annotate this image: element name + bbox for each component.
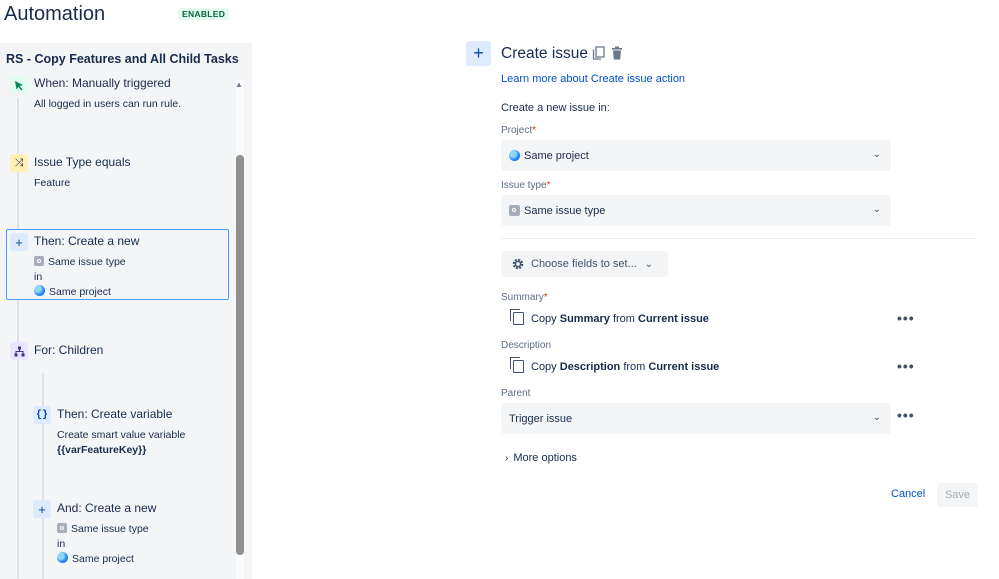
more-options-toggle[interactable]: › More options <box>505 452 577 464</box>
learn-more-link[interactable]: Learn more about Create issue action <box>501 73 685 85</box>
chevron-down-icon: ⌄ <box>644 258 654 270</box>
project-icon <box>57 552 68 563</box>
copy-icon <box>510 357 524 373</box>
description-label: Description <box>501 340 552 351</box>
create-issue-step[interactable]: + And: Create a new Same issue type in S… <box>32 499 227 569</box>
condition-subtitle: Feature <box>34 177 71 189</box>
variable-desc: Create smart value variable <box>57 429 186 441</box>
gear-icon <box>511 257 525 271</box>
action3-title: And: Create a new <box>57 501 157 515</box>
summary-value[interactable]: Copy Summary from Current issue <box>510 309 709 325</box>
chevron-down-icon: ⌄ <box>872 412 881 423</box>
condition-title: Issue Type equals <box>34 155 131 169</box>
more-icon[interactable]: ••• <box>897 358 915 374</box>
variable-title: Then: Create variable <box>57 407 173 421</box>
chevron-right-icon: › <box>505 453 509 464</box>
project-icon <box>509 150 520 161</box>
create-issue-step-selected[interactable]: + Then: Create a new Same issue type in … <box>6 229 229 300</box>
plus-icon: + <box>10 233 28 251</box>
choose-fields-label: Choose fields to set... <box>531 258 637 270</box>
plus-icon: + <box>33 500 51 518</box>
rule-name: RS - Copy Features and All Child Tasks <box>6 52 239 66</box>
chevron-down-icon: ⌄ <box>872 204 881 215</box>
scroll-up-arrow-icon[interactable]: ▲ <box>235 80 243 89</box>
copy-icon <box>510 309 524 325</box>
divider <box>501 238 977 239</box>
create-variable-step[interactable]: {} Then: Create variable Create smart va… <box>32 405 227 460</box>
trash-icon[interactable] <box>611 46 623 63</box>
action-title: Then: Create a new <box>34 234 140 248</box>
condition-step[interactable]: ⤨ Issue Type equals Feature <box>8 153 223 193</box>
description-value[interactable]: Copy Description from Current issue <box>510 357 719 373</box>
issue-type-value: Same issue type <box>524 204 606 217</box>
branch-step[interactable]: For: Children <box>8 341 223 363</box>
scrollbar-thumb[interactable] <box>236 155 244 555</box>
save-button[interactable]: Save <box>937 483 978 507</box>
action3-issue-type: Same issue type <box>57 523 149 535</box>
more-icon[interactable]: ••• <box>897 310 915 326</box>
action-issue-type: Same issue type <box>34 256 126 268</box>
trigger-step[interactable]: When: Manually triggered All logged in u… <box>8 74 223 114</box>
action3-project: Same project <box>57 552 134 565</box>
editor-title: Create issue <box>501 45 589 62</box>
project-label: Project* <box>501 125 537 136</box>
chevron-down-icon: ⌄ <box>872 149 881 160</box>
shuffle-icon: ⤨ <box>10 154 28 172</box>
rule-flow-panel: RS - Copy Features and All Child Tasks W… <box>0 43 252 579</box>
branch-title: For: Children <box>34 343 104 357</box>
hierarchy-icon <box>10 342 28 360</box>
cancel-button[interactable]: Cancel <box>891 488 925 500</box>
status-badge: ENABLED <box>178 8 230 20</box>
project-value: Same project <box>524 149 589 162</box>
summary-label: Summary* <box>501 292 548 303</box>
create-in-label: Create a new issue in: <box>501 102 610 114</box>
copy-icon[interactable] <box>592 46 605 63</box>
action-project: Same project <box>34 285 111 298</box>
trigger-subtitle: All logged in users can run rule. <box>34 98 182 110</box>
parent-value: Trigger issue <box>509 412 573 425</box>
issue-type-label: Issue type* <box>501 180 551 191</box>
issue-type-select[interactable]: Same issue type ⌄ <box>501 195 891 226</box>
braces-icon: {} <box>33 406 51 424</box>
parent-select[interactable]: Trigger issue ⌄ <box>501 403 891 434</box>
more-icon[interactable]: ••• <box>897 407 915 423</box>
choose-fields-button[interactable]: Choose fields to set... ⌄ <box>501 251 668 277</box>
cursor-icon <box>10 76 28 94</box>
project-select[interactable]: Same project ⌄ <box>501 140 891 171</box>
action3-in-text: in <box>57 538 66 550</box>
parent-label: Parent <box>501 388 531 399</box>
action-in-text: in <box>34 271 43 283</box>
page-title: Automation <box>4 3 106 25</box>
trigger-title: When: Manually triggered <box>34 76 171 90</box>
issue-type-icon <box>509 205 520 216</box>
variable-name: {{varFeatureKey}} <box>57 444 147 456</box>
issue-type-icon <box>57 523 67 533</box>
issue-type-icon <box>34 256 44 266</box>
project-icon <box>34 285 45 296</box>
plus-icon: + <box>466 41 491 66</box>
